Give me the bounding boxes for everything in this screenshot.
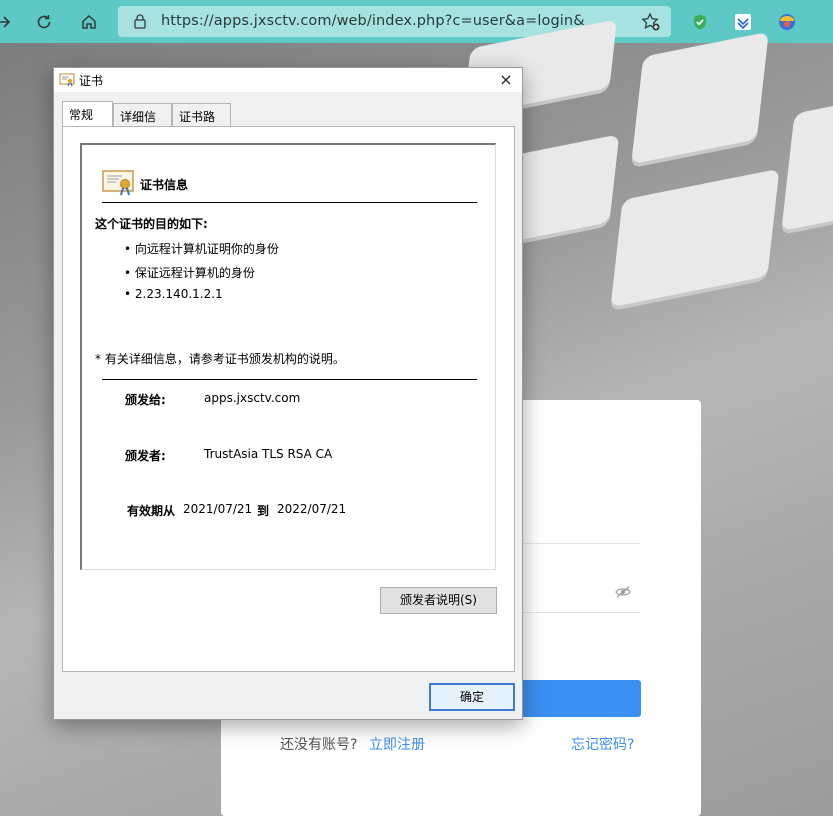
url-text[interactable]: https://apps.jxsctv.com/web/index.php?c=… xyxy=(161,13,585,29)
keyboard-key xyxy=(610,168,780,308)
forward-icon[interactable] xyxy=(0,10,16,34)
details-note: * 有关详细信息，请参考证书颁发机构的说明。 xyxy=(95,352,345,366)
purpose-item: • 2.23.140.1.2.1 xyxy=(124,287,223,301)
keyboard-key xyxy=(781,94,833,232)
dialog-titlebar: 证书 × xyxy=(54,68,522,92)
close-icon[interactable]: × xyxy=(496,71,516,89)
purpose-heading: 这个证书的目的如下: xyxy=(95,217,208,231)
refresh-icon[interactable] xyxy=(32,10,56,34)
issued-by-label: 颁发者: xyxy=(125,449,166,463)
forgot-password-link[interactable]: 忘记密码? xyxy=(571,734,634,754)
valid-to-value: 2022/07/21 xyxy=(277,502,347,516)
bookmark-extension-icon[interactable] xyxy=(731,10,755,34)
valid-from-value: 2021/07/21 xyxy=(183,502,253,516)
dialog-title: 证书 xyxy=(79,74,104,88)
add-favorite-icon[interactable] xyxy=(639,10,663,34)
certificate-icon xyxy=(102,169,134,197)
hide-password-icon[interactable] xyxy=(611,580,635,604)
keyboard-key xyxy=(631,31,769,165)
valid-from-label: 有效期从 xyxy=(127,504,176,518)
issued-to-value: apps.jxsctv.com xyxy=(204,391,301,405)
home-icon[interactable] xyxy=(77,10,101,34)
no-account-text: 还没有账号? xyxy=(280,737,358,753)
browser-toolbar: https://apps.jxsctv.com/web/index.php?c=… xyxy=(0,0,833,43)
divider xyxy=(102,379,477,380)
purpose-item: • 向远程计算机证明你的身份 xyxy=(124,242,279,256)
issued-by-value: TrustAsia TLS RSA CA xyxy=(204,447,333,461)
certificate-icon xyxy=(59,73,75,87)
shield-extension-icon[interactable] xyxy=(688,10,712,34)
tab-certification-path[interactable]: 证书路径 xyxy=(172,103,231,141)
certificate-dialog: 证书 × 常规 详细信息 证书路径 证书信息 这个证书的目的如下: • 向远程计… xyxy=(53,67,523,720)
issued-to-label: 颁发给: xyxy=(125,393,166,407)
general-panel: 证书信息 这个证书的目的如下: • 向远程计算机证明你的身份 • 保证远程计算机… xyxy=(62,126,515,672)
tab-details[interactable]: 详细信息 xyxy=(113,103,172,141)
valid-to-label: 到 xyxy=(257,504,270,518)
ok-button[interactable]: 确定 xyxy=(429,683,515,711)
profile-extension-icon[interactable] xyxy=(775,10,799,34)
login-button[interactable] xyxy=(521,680,641,717)
divider xyxy=(102,202,477,203)
certificate-info-title: 证书信息 xyxy=(140,178,189,192)
register-link[interactable]: 立即注册 xyxy=(369,734,425,754)
certificate-info-box: 证书信息 这个证书的目的如下: • 向远程计算机证明你的身份 • 保证远程计算机… xyxy=(80,143,496,570)
purpose-item: • 保证远程计算机的身份 xyxy=(124,266,255,280)
tab-general[interactable]: 常规 xyxy=(62,101,113,127)
lock-icon[interactable] xyxy=(128,9,152,33)
issuer-statement-button[interactable]: 颁发者说明(S) xyxy=(380,587,497,614)
